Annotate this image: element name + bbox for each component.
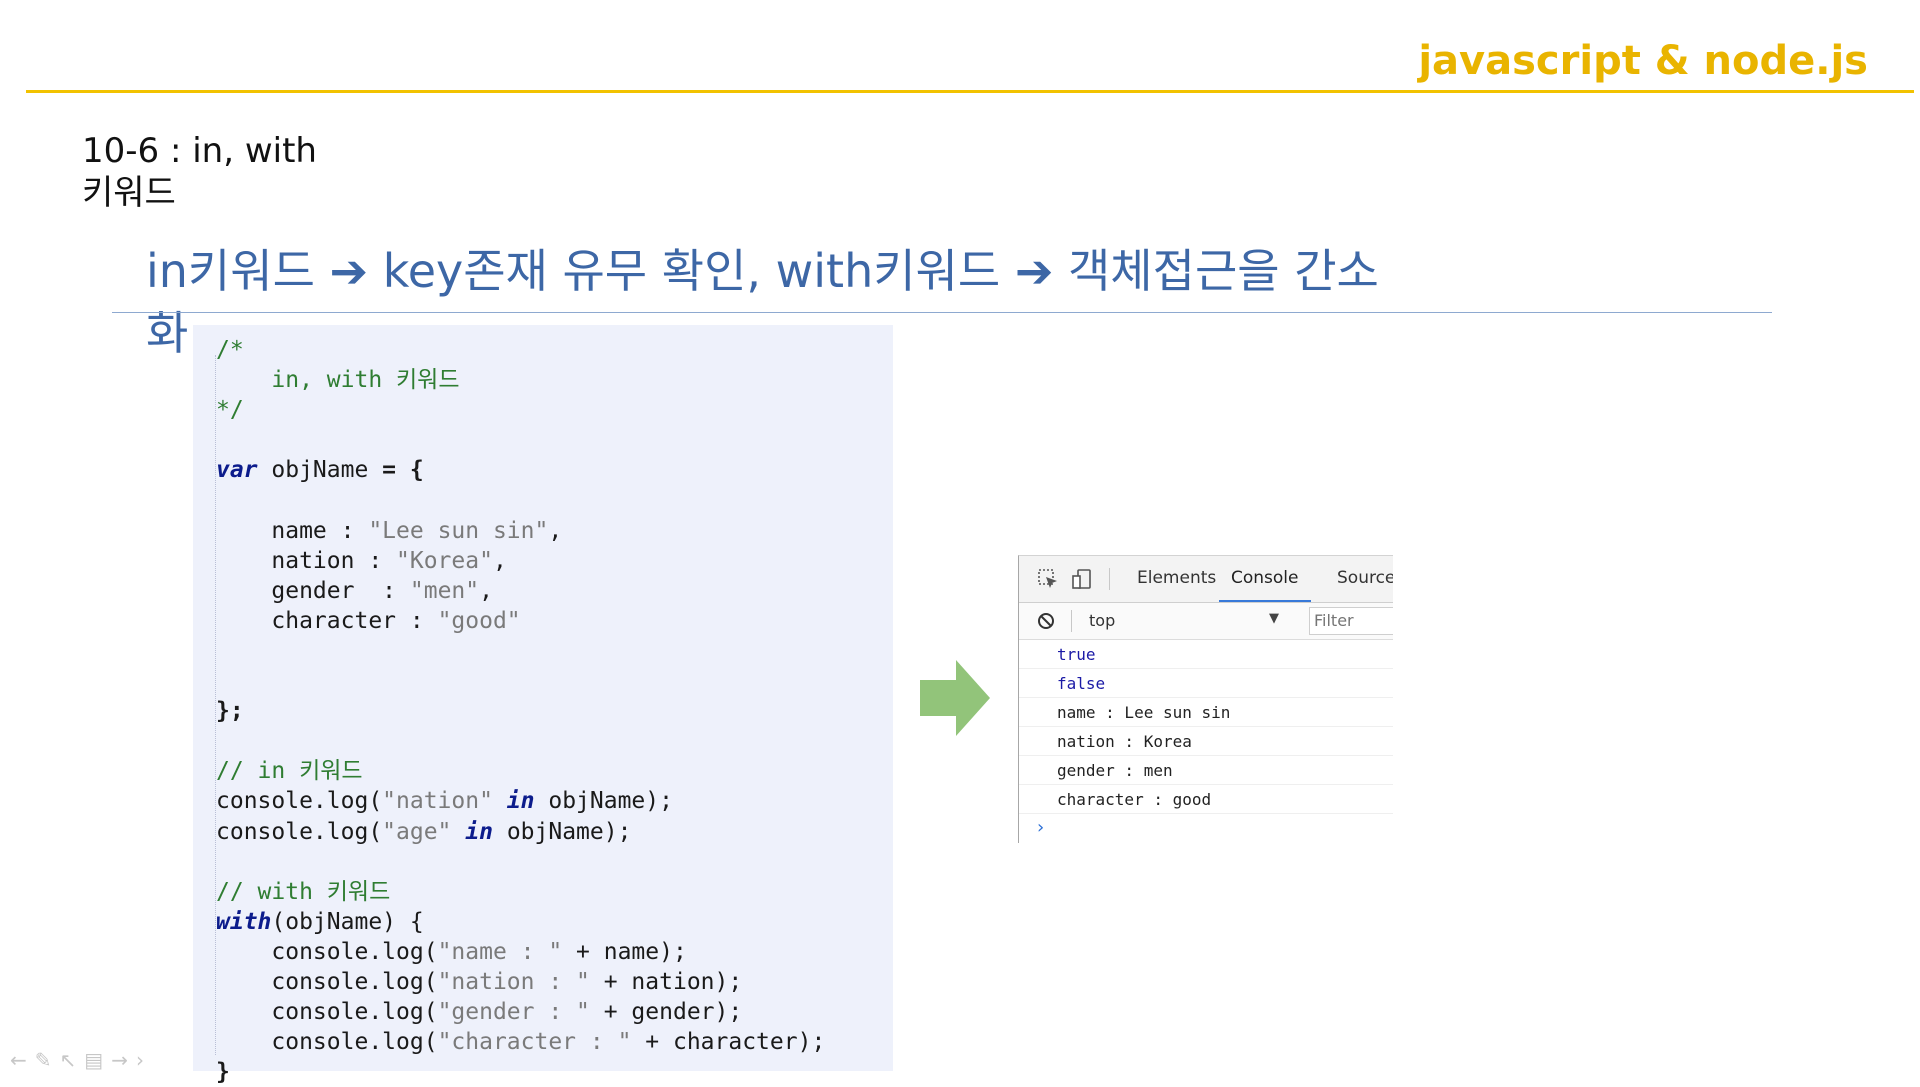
code-text: console.log( bbox=[216, 999, 438, 1026]
console-line: character : good bbox=[1019, 785, 1393, 814]
code-string: "age" bbox=[382, 818, 452, 845]
code-prop-key: gender : bbox=[216, 577, 410, 604]
slide-id: 10-6 : in, with 키워드 bbox=[82, 130, 317, 214]
arrow-shape bbox=[920, 660, 990, 736]
filter-field[interactable] bbox=[1309, 607, 1393, 635]
toolbar-divider bbox=[1071, 610, 1072, 632]
code-string: "character : " bbox=[437, 1029, 632, 1056]
console-line: true bbox=[1019, 640, 1393, 669]
console-line: name : Lee sun sin bbox=[1019, 698, 1393, 727]
code-operator: }; bbox=[216, 698, 244, 725]
code-text: + name); bbox=[562, 938, 687, 965]
forward-arrow-icon[interactable]: → bbox=[111, 1048, 136, 1072]
code-string: "nation" bbox=[382, 788, 493, 815]
code-operator: } bbox=[216, 1059, 230, 1086]
headline-part2: key존재 유무 확인, with키워드 bbox=[368, 244, 1015, 298]
code-string: "men" bbox=[409, 577, 480, 604]
code-text: , bbox=[492, 547, 507, 574]
console-prompt[interactable]: › bbox=[1019, 814, 1393, 842]
toolbar-divider bbox=[1109, 568, 1110, 590]
code-block: /* in, with 키워드 */ var objName = { name … bbox=[216, 335, 825, 1087]
code-text: + nation); bbox=[589, 968, 743, 995]
code-string: "nation : " bbox=[437, 968, 590, 995]
code-text: objName bbox=[257, 457, 383, 484]
code-text: , bbox=[479, 577, 493, 604]
headline-rule bbox=[112, 312, 1772, 313]
console-line: false bbox=[1019, 669, 1393, 698]
code-string: "name : " bbox=[437, 938, 563, 965]
code-keyword: in bbox=[451, 818, 493, 845]
code-text: (objName) { bbox=[271, 908, 424, 935]
tab-console[interactable]: Console bbox=[1219, 556, 1311, 602]
code-prop-key: character : bbox=[216, 607, 438, 634]
context-selector[interactable]: top bbox=[1089, 611, 1115, 630]
slide-toolbar: ←✎↖▤→› bbox=[10, 1048, 152, 1072]
tab-elements[interactable]: Elements bbox=[1137, 556, 1216, 600]
code-text: objName); bbox=[534, 788, 673, 815]
headline-part1: in키워드 bbox=[146, 244, 315, 298]
header-rule bbox=[26, 90, 1914, 93]
pen-icon[interactable]: ✎ bbox=[35, 1048, 60, 1072]
brand-title: javascript & node.js bbox=[1418, 38, 1868, 84]
code-keyword: in bbox=[492, 788, 535, 815]
console-line: gender : men bbox=[1019, 756, 1393, 785]
code-comment: */ bbox=[216, 397, 244, 424]
more-icon[interactable]: › bbox=[136, 1048, 152, 1072]
code-string: "Lee sun sin" bbox=[368, 517, 549, 544]
code-text: objName); bbox=[492, 818, 632, 845]
code-text: console.log( bbox=[216, 968, 438, 995]
devtools-panel: Elements Console Sources top ▼ true fals… bbox=[1018, 555, 1393, 843]
code-operator: = { bbox=[382, 457, 424, 484]
tab-sources[interactable]: Sources bbox=[1337, 556, 1393, 600]
code-text: console.log( bbox=[216, 938, 438, 965]
code-comment: /* bbox=[216, 337, 244, 363]
code-string: "gender : " bbox=[437, 999, 590, 1026]
console-line: nation : Korea bbox=[1019, 727, 1393, 756]
inspect-icon[interactable] bbox=[1037, 568, 1059, 590]
right-arrow-icon bbox=[920, 660, 990, 736]
pointer-icon[interactable]: ↖ bbox=[60, 1048, 85, 1072]
clear-console-icon[interactable] bbox=[1037, 612, 1055, 630]
code-panel: /* in, with 키워드 */ var objName = { name … bbox=[193, 325, 893, 1085]
code-comment: // in 키워드 bbox=[216, 758, 363, 785]
code-text: + gender); bbox=[589, 999, 743, 1026]
slide-id-line2: 키워드 bbox=[82, 173, 176, 213]
slides-icon[interactable]: ▤ bbox=[84, 1048, 111, 1072]
code-comment: // with 키워드 bbox=[216, 878, 391, 905]
devtools-tab-bar: Elements Console Sources bbox=[1019, 556, 1393, 603]
code-keyword: with bbox=[216, 908, 272, 935]
code-text: console.log( bbox=[216, 818, 383, 845]
code-keyword: var bbox=[216, 457, 258, 484]
code-text: console.log( bbox=[216, 788, 383, 815]
code-text: + character); bbox=[631, 1029, 826, 1056]
back-arrow-icon[interactable]: ← bbox=[10, 1048, 35, 1072]
arrow-glyph-icon: ➔ bbox=[1014, 244, 1054, 298]
console-output: true false name : Lee sun sin nation : K… bbox=[1019, 640, 1393, 842]
code-text: console.log( bbox=[216, 1029, 438, 1056]
arrow-glyph-icon: ➔ bbox=[329, 244, 369, 298]
device-toggle-icon[interactable] bbox=[1071, 568, 1093, 590]
code-prop-key: nation : bbox=[216, 547, 397, 574]
dropdown-caret-icon[interactable]: ▼ bbox=[1269, 611, 1279, 626]
code-comment: in, with 키워드 bbox=[216, 367, 460, 394]
code-string: "good" bbox=[437, 607, 521, 634]
filter-input[interactable] bbox=[1310, 608, 1393, 632]
slide-id-line1: 10-6 : in, with bbox=[82, 131, 317, 171]
code-text: , bbox=[548, 517, 563, 544]
console-toolbar: top ▼ bbox=[1019, 603, 1393, 640]
code-string: "Korea" bbox=[396, 547, 493, 574]
code-prop-key: name : bbox=[216, 517, 369, 544]
